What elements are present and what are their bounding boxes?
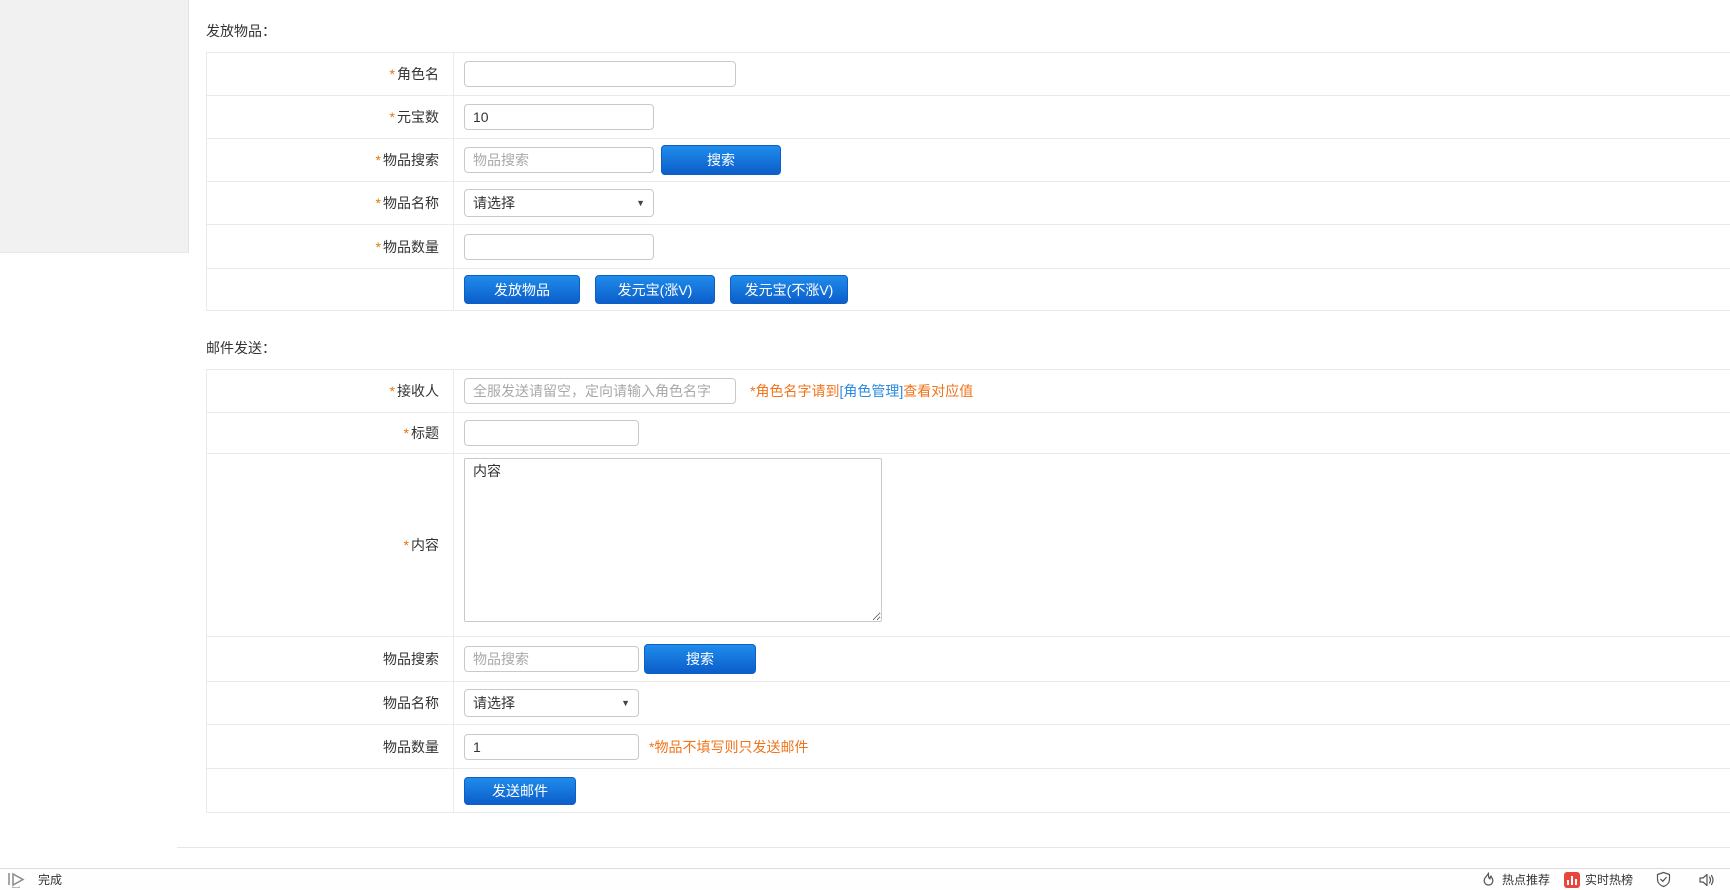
item-name-label: *物品名称 <box>207 182 454 224</box>
give-yuanbao-vip-button[interactable]: 发元宝(涨V) <box>595 275 715 304</box>
give-form-table: *角色名 *元宝数 *物品搜索 搜索 *物品名称 请选择 ▼ <box>206 52 1730 311</box>
content-label: *内容 <box>207 454 454 636</box>
required-asterisk: * <box>376 195 381 211</box>
mail-item-qty-row: 物品数量 *物品不填写则只发送邮件 <box>207 725 1730 769</box>
give-item-name-row: *物品名称 请选择 ▼ <box>207 182 1730 225</box>
hot-recommend-label: 热点推荐 <box>1502 871 1550 888</box>
bar-chart-icon <box>1564 872 1580 888</box>
security-check-item[interactable] <box>1655 871 1672 888</box>
mail-item-search-label: 物品搜索 <box>207 637 454 681</box>
mail-item-search-row: 物品搜索 搜索 <box>207 637 1730 682</box>
give-item-button[interactable]: 发放物品 <box>464 275 580 304</box>
yuanbao-count-input[interactable] <box>464 104 654 130</box>
realtime-hot-label: 实时热榜 <box>1585 871 1633 888</box>
give-section-title: 发放物品： <box>206 21 276 41</box>
selected-option-label: 请选择 <box>473 693 515 713</box>
required-asterisk: * <box>390 109 395 125</box>
receiver-input[interactable] <box>464 378 736 404</box>
give-item-search-row: *物品搜索 搜索 <box>207 139 1730 182</box>
mail-item-qty-input[interactable] <box>464 734 639 760</box>
realtime-hot-item[interactable]: 实时热榜 <box>1564 871 1633 888</box>
item-search-label: *物品搜索 <box>207 139 454 181</box>
chevron-down-icon: ▼ <box>636 198 645 208</box>
page-loading-icon <box>6 872 28 888</box>
browser-status-bar: 完成 热点推荐 实时热榜 <box>0 868 1730 890</box>
mail-item-search-button[interactable]: 搜索 <box>644 644 756 674</box>
give-item-qty-row: *物品数量 <box>207 225 1730 269</box>
item-qty-label: *物品数量 <box>207 225 454 268</box>
selected-option-label: 请选择 <box>473 193 515 213</box>
required-asterisk: * <box>376 152 381 168</box>
subject-label: *标题 <box>207 413 454 453</box>
required-asterisk: * <box>390 383 395 399</box>
mail-item-qty-label: 物品数量 <box>207 725 454 768</box>
role-name-input[interactable] <box>464 61 736 87</box>
receiver-label: *接收人 <box>207 370 454 412</box>
role-name-label: *角色名 <box>207 53 454 95</box>
mail-content-row: *内容 内容 <box>207 454 1730 637</box>
mail-subject-row: *标题 <box>207 413 1730 454</box>
required-asterisk: * <box>376 239 381 255</box>
required-asterisk: * <box>404 537 409 553</box>
mail-section-title: 邮件发送： <box>206 338 276 358</box>
give-role-row: *角色名 <box>207 53 1730 96</box>
sound-item[interactable] <box>1698 872 1716 888</box>
speaker-icon <box>1698 872 1716 888</box>
bottom-divider <box>177 847 1730 848</box>
shield-check-icon <box>1655 871 1672 888</box>
role-manage-link[interactable]: [角色管理] <box>839 383 903 399</box>
status-done-text: 完成 <box>38 871 62 888</box>
flame-icon <box>1480 871 1497 888</box>
content-textarea[interactable]: 内容 <box>464 458 882 622</box>
hot-recommend-item[interactable]: 热点推荐 <box>1480 871 1550 888</box>
required-asterisk: * <box>404 425 409 441</box>
receiver-hint: *角色名字请到[角色管理]查看对应值 <box>750 381 973 401</box>
subject-input[interactable] <box>464 420 639 446</box>
mail-actions-row: 发送邮件 <box>207 769 1730 813</box>
mail-item-name-select[interactable]: 请选择 ▼ <box>464 689 639 717</box>
item-name-select[interactable]: 请选择 ▼ <box>464 189 654 217</box>
required-asterisk: * <box>390 66 395 82</box>
mail-form-table: *接收人 *角色名字请到[角色管理]查看对应值 *标题 *内容 内容 物品搜索 <box>206 369 1730 813</box>
give-yuanbao-novip-button[interactable]: 发元宝(不涨V) <box>730 275 848 304</box>
chevron-down-icon: ▼ <box>621 698 630 708</box>
send-mail-button[interactable]: 发送邮件 <box>464 777 576 805</box>
mail-receiver-row: *接收人 *角色名字请到[角色管理]查看对应值 <box>207 370 1730 413</box>
yuanbao-count-label: *元宝数 <box>207 96 454 138</box>
give-actions-row: 发放物品 发元宝(涨V) 发元宝(不涨V) <box>207 269 1730 311</box>
give-yuanbao-row: *元宝数 <box>207 96 1730 139</box>
mail-item-search-input[interactable] <box>464 646 639 672</box>
item-search-input[interactable] <box>464 147 654 173</box>
mail-item-name-row: 物品名称 请选择 ▼ <box>207 682 1730 725</box>
mail-item-name-label: 物品名称 <box>207 682 454 724</box>
left-panel <box>0 0 189 253</box>
item-search-button[interactable]: 搜索 <box>661 145 781 175</box>
mail-item-qty-hint: *物品不填写则只发送邮件 <box>649 737 808 757</box>
item-qty-input[interactable] <box>464 234 654 260</box>
